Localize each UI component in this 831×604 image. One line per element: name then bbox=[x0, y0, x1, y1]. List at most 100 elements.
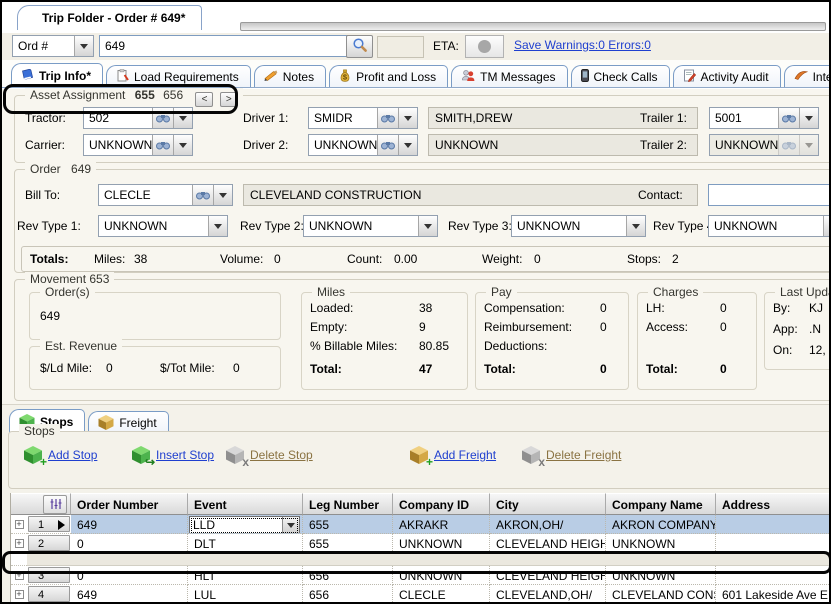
cell-address[interactable] bbox=[716, 534, 831, 553]
cell-event[interactable]: LUL bbox=[188, 585, 303, 604]
column-header-order-number[interactable]: Order Number bbox=[71, 493, 188, 515]
column-header-leg-number[interactable]: Leg Number bbox=[303, 493, 393, 515]
cell-order-number[interactable]: 649 bbox=[71, 585, 188, 604]
tab-check-calls[interactable]: Check Calls bbox=[571, 65, 670, 87]
tab-tm-messages[interactable]: TM Messages bbox=[451, 65, 567, 87]
cell-address[interactable] bbox=[716, 515, 831, 534]
tab-freight[interactable]: Freight bbox=[88, 411, 168, 433]
grid-row-3[interactable]: + 3 0 HLT 656 UNKNOWN CLEVELAND HEIGH...… bbox=[11, 566, 831, 585]
dropdown-arrow-icon[interactable] bbox=[398, 108, 417, 128]
driver1-lookup-binoculars-icon[interactable] bbox=[377, 108, 398, 128]
rev-type2-combo[interactable]: UNKNOWN bbox=[303, 215, 438, 237]
grid-row-1[interactable]: + 1 649 LLD 655 AKRAKR AKRON,OH/ AKRON C… bbox=[11, 515, 831, 534]
cell-company-id[interactable]: UNKNOWN bbox=[393, 566, 490, 585]
cell-city[interactable]: CLEVELAND HEIGH... bbox=[490, 566, 606, 585]
save-warnings-errors-link[interactable]: Save Warnings:0 Errors:0 bbox=[514, 38, 651, 52]
expand-plus-icon[interactable]: + bbox=[11, 515, 27, 534]
tractor-lookup-binoculars-icon[interactable] bbox=[152, 108, 173, 128]
rev-type4-combo[interactable]: UNKNOWN bbox=[708, 215, 831, 237]
dropdown-arrow-icon[interactable] bbox=[823, 216, 831, 236]
rev-type3-combo[interactable]: UNKNOWN bbox=[511, 215, 646, 237]
cell-city[interactable]: CLEVELAND HEIGH... bbox=[490, 534, 606, 553]
cell-company-name[interactable]: AKRON COMPANY bbox=[606, 515, 716, 534]
cell-order-number[interactable]: 0 bbox=[71, 566, 188, 585]
search-button[interactable] bbox=[346, 35, 373, 58]
cell-company-name[interactable]: UNKNOWN bbox=[606, 534, 716, 553]
cell-event[interactable]: LLD bbox=[188, 515, 303, 534]
cell-company-name[interactable]: CLEVELAND CONS... bbox=[606, 585, 716, 604]
dropdown-arrow-icon[interactable] bbox=[398, 135, 417, 155]
cell-leg-number[interactable]: 656 bbox=[303, 585, 393, 604]
dropdown-arrow-icon[interactable] bbox=[626, 216, 645, 236]
cell-leg-number[interactable]: 655 bbox=[303, 534, 393, 553]
dropdown-arrow-icon[interactable] bbox=[208, 216, 227, 236]
row-selector-4[interactable]: 4 bbox=[27, 585, 71, 604]
event-combo[interactable]: LLD bbox=[189, 516, 300, 534]
row-selector-3[interactable]: 3 bbox=[27, 566, 71, 585]
cell-company-id[interactable]: UNKNOWN bbox=[393, 534, 490, 553]
search-field-selector[interactable]: Ord # bbox=[12, 35, 94, 57]
column-header-city[interactable]: City bbox=[490, 493, 606, 515]
column-header-company-name[interactable]: Company Name bbox=[606, 493, 716, 515]
cell-company-id[interactable]: AKRAKR bbox=[393, 515, 490, 534]
dropdown-arrow-icon[interactable] bbox=[173, 135, 192, 155]
document-tab[interactable]: Trip Folder - Order # 649* bbox=[17, 5, 202, 30]
row-selector-1[interactable]: 1 bbox=[27, 515, 71, 534]
expand-plus-icon[interactable]: + bbox=[11, 534, 27, 553]
dropdown-arrow-icon[interactable] bbox=[418, 216, 437, 236]
tab-notes[interactable]: Notes bbox=[254, 65, 326, 87]
carrier-lookup-binoculars-icon[interactable] bbox=[152, 135, 173, 155]
trailer1-combo[interactable]: 5001 bbox=[709, 107, 819, 129]
row-selector-2[interactable]: 2 bbox=[27, 534, 71, 553]
carrier-combo[interactable]: UNKNOWN bbox=[83, 134, 193, 156]
bill-to-lookup-binoculars-icon[interactable] bbox=[192, 185, 213, 205]
grid-row-4[interactable]: + 4 649 LUL 656 CLECLE CLEVELAND,OH/ CLE… bbox=[11, 585, 831, 604]
cell-order-number[interactable]: 649 bbox=[71, 515, 188, 534]
cell-company-name[interactable]: UNKNOWN bbox=[606, 566, 716, 585]
tractor-combo[interactable]: 502 bbox=[83, 107, 193, 129]
add-stop-action[interactable]: + Add Stop bbox=[23, 446, 97, 464]
cell-city[interactable]: AKRON,OH/ bbox=[490, 515, 606, 534]
grid-row-2[interactable]: + 2 0 DLT 655 UNKNOWN CLEVELAND HEIGH...… bbox=[11, 534, 831, 553]
driver2-combo[interactable]: UNKNOWN bbox=[308, 134, 418, 156]
contact-input[interactable] bbox=[708, 184, 831, 206]
cell-event[interactable]: HLT bbox=[188, 566, 303, 585]
column-chooser-button[interactable] bbox=[43, 495, 67, 514]
dropdown-arrow-icon[interactable] bbox=[74, 36, 93, 56]
cell-company-id[interactable]: CLECLE bbox=[393, 585, 490, 604]
expand-plus-icon[interactable]: + bbox=[11, 585, 27, 604]
rev-type1-combo[interactable]: UNKNOWN bbox=[98, 215, 228, 237]
cell-address[interactable]: 601 Lakeside Ave E bbox=[716, 585, 831, 604]
dropdown-arrow-icon[interactable] bbox=[213, 185, 232, 205]
add-freight-icon: + bbox=[409, 446, 429, 464]
prev-leg-button[interactable]: < bbox=[195, 92, 213, 107]
column-header-company-id[interactable]: Company ID bbox=[393, 493, 490, 515]
tab-load-requirements[interactable]: Load Requirements bbox=[106, 65, 251, 87]
bill-to-combo[interactable]: CLECLE bbox=[98, 184, 233, 206]
column-header-event[interactable]: Event bbox=[188, 493, 303, 515]
insert-stop-action[interactable]: ↪ Insert Stop bbox=[131, 446, 214, 464]
order-number-input[interactable]: 649 bbox=[99, 35, 361, 57]
expand-plus-icon[interactable]: + bbox=[11, 566, 27, 585]
dropdown-arrow-icon[interactable] bbox=[282, 517, 299, 534]
delete-freight-action[interactable]: x Delete Freight bbox=[521, 446, 621, 464]
trailer1-lookup-binoculars-icon[interactable] bbox=[778, 108, 799, 128]
cell-event[interactable]: DLT bbox=[188, 534, 303, 553]
tab-activity-audit[interactable]: Activity Audit bbox=[673, 65, 781, 87]
dropdown-arrow-icon[interactable] bbox=[173, 108, 192, 128]
next-leg-button[interactable]: > bbox=[220, 92, 238, 107]
cell-address[interactable] bbox=[716, 566, 831, 585]
cell-city[interactable]: CLEVELAND,OH/ bbox=[490, 585, 606, 604]
column-header-address[interactable]: Address bbox=[716, 493, 831, 515]
add-freight-action[interactable]: + Add Freight bbox=[409, 446, 496, 464]
driver2-lookup-binoculars-icon[interactable] bbox=[377, 135, 398, 155]
driver1-combo[interactable]: SMIDR bbox=[308, 107, 418, 129]
tab-interm[interactable]: Interm bbox=[784, 65, 829, 87]
cell-leg-number[interactable]: 656 bbox=[303, 566, 393, 585]
dropdown-arrow-icon[interactable] bbox=[799, 108, 818, 128]
cell-order-number[interactable]: 0 bbox=[71, 534, 188, 553]
cell-leg-number[interactable]: 655 bbox=[303, 515, 393, 534]
tab-profit-and-loss[interactable]: $ Profit and Loss bbox=[329, 65, 448, 87]
delete-stop-action[interactable]: x Delete Stop bbox=[225, 446, 313, 464]
tab-trip-info[interactable]: Trip Info* bbox=[11, 63, 103, 87]
